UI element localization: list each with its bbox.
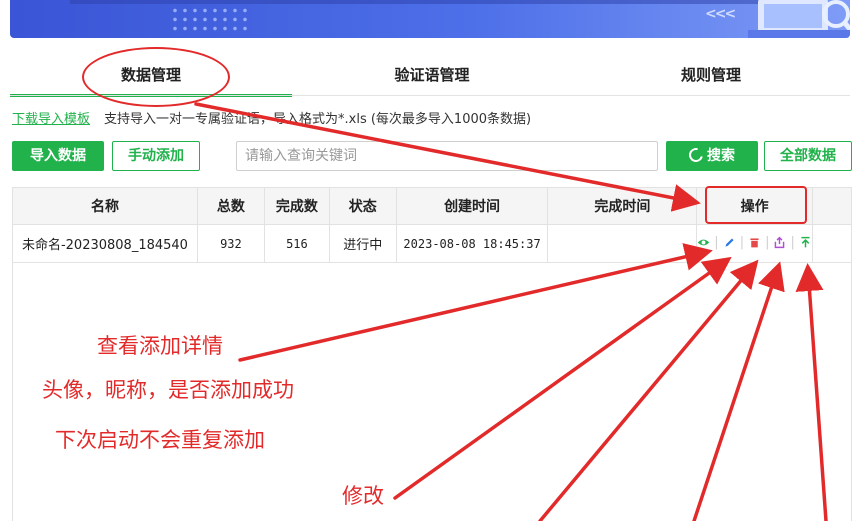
banner-text-blur [70,0,770,4]
top-banner: <<< [10,0,850,38]
import-info: 下载导入模板 支持导入一对一专属验证语，导入格式为*.xls (每次最多导入100… [12,108,531,127]
header-created: 创建时间 [395,187,549,225]
header-done: 完成数 [263,187,330,225]
header-total: 总数 [196,187,265,225]
table-row: 未命名-20230808_184540 932 516 进行中 2023-08-… [12,224,853,263]
search-input[interactable] [236,141,658,171]
cell-name: 未命名-20230808_184540 [12,224,198,263]
trash-icon[interactable] [748,236,761,249]
eye-icon[interactable] [697,236,710,249]
download-template-link[interactable]: 下载导入模板 [12,112,90,127]
export-icon[interactable] [773,236,786,249]
tab-verification-management[interactable]: 验证语管理 [292,55,572,97]
cell-total: 932 [196,224,265,263]
all-data-button[interactable]: 全部数据 [764,141,852,171]
action-icons: | | | | [697,235,812,250]
cell-created: 2023-08-08 18:45:37 [395,224,549,263]
import-description: 支持导入一对一专属验证语，导入格式为*.xls (每次最多导入1000条数据) [104,112,532,127]
cell-spacer [811,224,853,263]
banner-illustration [748,0,850,38]
cell-status: 进行中 [328,224,397,263]
cell-finished [547,224,698,263]
tab-data-management[interactable]: 数据管理 [10,55,292,97]
cell-done: 516 [263,224,330,263]
header-spacer [811,187,853,225]
header-finished: 完成时间 [547,187,698,225]
separator: | [790,234,795,250]
import-data-button[interactable]: 导入数据 [12,141,104,171]
banner-dots [170,6,250,32]
header-actions: 操作 [696,187,813,225]
separator: | [714,234,719,250]
cell-actions: | | | | [696,224,813,263]
manual-add-button[interactable]: 手动添加 [112,141,200,171]
table-header-row: 名称 总数 完成数 状态 创建时间 完成时间 操作 [12,187,853,225]
chevrons-icon: <<< [705,6,736,22]
separator: | [739,234,745,250]
header-status: 状态 [328,187,397,225]
separator: | [765,234,770,250]
header-name: 名称 [12,187,198,225]
data-table: 名称 总数 完成数 状态 创建时间 完成时间 操作 未命名-20230808_1… [12,187,853,263]
search-button[interactable]: 搜索 [666,141,758,171]
tab-bar: 数据管理 验证语管理 规则管理 [10,55,850,97]
search-icon [686,145,706,165]
table-empty-area [12,263,852,521]
tab-rule-management[interactable]: 规则管理 [572,55,850,97]
pencil-icon[interactable] [723,236,736,249]
top-icon[interactable] [799,236,812,249]
tab-divider [10,95,850,96]
search-button-label: 搜索 [707,148,735,164]
